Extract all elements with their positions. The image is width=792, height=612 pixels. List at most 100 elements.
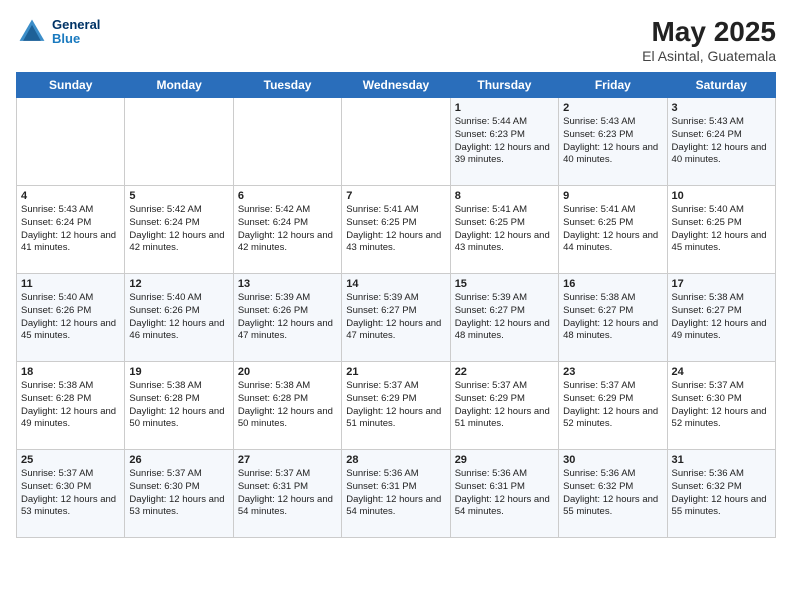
sunrise-text: Sunrise: 5:36 AM [455, 468, 554, 481]
sunrise-text: Sunrise: 5:36 AM [563, 468, 662, 481]
calendar-week-row: 11 Sunrise: 5:40 AM Sunset: 6:26 PM Dayl… [17, 274, 776, 362]
calendar-cell: 19 Sunrise: 5:38 AM Sunset: 6:28 PM Dayl… [125, 362, 233, 450]
sunrise-text: Sunrise: 5:37 AM [346, 380, 445, 393]
daylight-text: Daylight: 12 hours and 47 minutes. [346, 318, 445, 344]
sunrise-text: Sunrise: 5:39 AM [346, 292, 445, 305]
calendar-cell: 25 Sunrise: 5:37 AM Sunset: 6:30 PM Dayl… [17, 450, 125, 538]
sunset-text: Sunset: 6:32 PM [672, 481, 771, 494]
day-number: 22 [455, 366, 554, 378]
cell-content: Sunrise: 5:38 AM Sunset: 6:27 PM Dayligh… [563, 292, 662, 343]
sunrise-text: Sunrise: 5:40 AM [129, 292, 228, 305]
cell-content: Sunrise: 5:40 AM Sunset: 6:26 PM Dayligh… [21, 292, 120, 343]
sunset-text: Sunset: 6:31 PM [346, 481, 445, 494]
calendar-cell: 1 Sunrise: 5:44 AM Sunset: 6:23 PM Dayli… [450, 98, 558, 186]
sunrise-text: Sunrise: 5:37 AM [672, 380, 771, 393]
daylight-text: Daylight: 12 hours and 50 minutes. [238, 406, 337, 432]
cell-content: Sunrise: 5:36 AM Sunset: 6:32 PM Dayligh… [563, 468, 662, 519]
cell-content: Sunrise: 5:40 AM Sunset: 6:26 PM Dayligh… [129, 292, 228, 343]
logo-line1: General [52, 18, 100, 32]
daylight-text: Daylight: 12 hours and 40 minutes. [672, 142, 771, 168]
cell-content: Sunrise: 5:41 AM Sunset: 6:25 PM Dayligh… [563, 204, 662, 255]
sunrise-text: Sunrise: 5:36 AM [672, 468, 771, 481]
daylight-text: Daylight: 12 hours and 42 minutes. [238, 230, 337, 256]
cell-content: Sunrise: 5:40 AM Sunset: 6:25 PM Dayligh… [672, 204, 771, 255]
sunrise-text: Sunrise: 5:43 AM [21, 204, 120, 217]
calendar-cell: 29 Sunrise: 5:36 AM Sunset: 6:31 PM Dayl… [450, 450, 558, 538]
sunset-text: Sunset: 6:30 PM [21, 481, 120, 494]
cell-content: Sunrise: 5:43 AM Sunset: 6:24 PM Dayligh… [672, 116, 771, 167]
sunrise-text: Sunrise: 5:37 AM [563, 380, 662, 393]
cell-content: Sunrise: 5:39 AM Sunset: 6:27 PM Dayligh… [455, 292, 554, 343]
calendar-cell: 15 Sunrise: 5:39 AM Sunset: 6:27 PM Dayl… [450, 274, 558, 362]
cell-content: Sunrise: 5:37 AM Sunset: 6:29 PM Dayligh… [563, 380, 662, 431]
logo: General Blue [16, 16, 100, 48]
calendar-cell: 2 Sunrise: 5:43 AM Sunset: 6:23 PM Dayli… [559, 98, 667, 186]
day-number: 21 [346, 366, 445, 378]
calendar-cell: 22 Sunrise: 5:37 AM Sunset: 6:29 PM Dayl… [450, 362, 558, 450]
cell-content: Sunrise: 5:37 AM Sunset: 6:30 PM Dayligh… [672, 380, 771, 431]
day-number: 17 [672, 278, 771, 290]
daylight-text: Daylight: 12 hours and 41 minutes. [21, 230, 120, 256]
calendar-cell: 5 Sunrise: 5:42 AM Sunset: 6:24 PM Dayli… [125, 186, 233, 274]
calendar-cell: 16 Sunrise: 5:38 AM Sunset: 6:27 PM Dayl… [559, 274, 667, 362]
calendar-cell: 6 Sunrise: 5:42 AM Sunset: 6:24 PM Dayli… [233, 186, 341, 274]
calendar-week-row: 4 Sunrise: 5:43 AM Sunset: 6:24 PM Dayli… [17, 186, 776, 274]
daylight-text: Daylight: 12 hours and 54 minutes. [455, 494, 554, 520]
day-number: 11 [21, 278, 120, 290]
day-number: 2 [563, 102, 662, 114]
daylight-text: Daylight: 12 hours and 43 minutes. [346, 230, 445, 256]
sunrise-text: Sunrise: 5:36 AM [346, 468, 445, 481]
calendar-table: SundayMondayTuesdayWednesdayThursdayFrid… [16, 72, 776, 538]
calendar-cell: 27 Sunrise: 5:37 AM Sunset: 6:31 PM Dayl… [233, 450, 341, 538]
sunrise-text: Sunrise: 5:40 AM [672, 204, 771, 217]
daylight-text: Daylight: 12 hours and 49 minutes. [672, 318, 771, 344]
sunrise-text: Sunrise: 5:38 AM [129, 380, 228, 393]
logo-text: General Blue [52, 18, 100, 47]
calendar-cell: 26 Sunrise: 5:37 AM Sunset: 6:30 PM Dayl… [125, 450, 233, 538]
daylight-text: Daylight: 12 hours and 45 minutes. [21, 318, 120, 344]
day-number: 27 [238, 454, 337, 466]
sunset-text: Sunset: 6:24 PM [129, 217, 228, 230]
calendar-cell [342, 98, 450, 186]
daylight-text: Daylight: 12 hours and 52 minutes. [563, 406, 662, 432]
cell-content: Sunrise: 5:43 AM Sunset: 6:23 PM Dayligh… [563, 116, 662, 167]
daylight-text: Daylight: 12 hours and 42 minutes. [129, 230, 228, 256]
sunrise-text: Sunrise: 5:37 AM [129, 468, 228, 481]
day-number: 25 [21, 454, 120, 466]
daylight-text: Daylight: 12 hours and 40 minutes. [563, 142, 662, 168]
cell-content: Sunrise: 5:37 AM Sunset: 6:29 PM Dayligh… [346, 380, 445, 431]
day-number: 8 [455, 190, 554, 202]
sunset-text: Sunset: 6:31 PM [238, 481, 337, 494]
daylight-text: Daylight: 12 hours and 39 minutes. [455, 142, 554, 168]
daylight-text: Daylight: 12 hours and 46 minutes. [129, 318, 228, 344]
cell-content: Sunrise: 5:38 AM Sunset: 6:28 PM Dayligh… [238, 380, 337, 431]
sunrise-text: Sunrise: 5:41 AM [346, 204, 445, 217]
day-number: 12 [129, 278, 228, 290]
sunset-text: Sunset: 6:27 PM [455, 305, 554, 318]
day-number: 29 [455, 454, 554, 466]
calendar-week-row: 1 Sunrise: 5:44 AM Sunset: 6:23 PM Dayli… [17, 98, 776, 186]
day-number: 13 [238, 278, 337, 290]
cell-content: Sunrise: 5:36 AM Sunset: 6:31 PM Dayligh… [346, 468, 445, 519]
weekday-header: Wednesday [342, 73, 450, 98]
calendar-cell: 24 Sunrise: 5:37 AM Sunset: 6:30 PM Dayl… [667, 362, 775, 450]
day-number: 18 [21, 366, 120, 378]
calendar-cell: 20 Sunrise: 5:38 AM Sunset: 6:28 PM Dayl… [233, 362, 341, 450]
sunset-text: Sunset: 6:28 PM [238, 393, 337, 406]
daylight-text: Daylight: 12 hours and 43 minutes. [455, 230, 554, 256]
cell-content: Sunrise: 5:37 AM Sunset: 6:30 PM Dayligh… [21, 468, 120, 519]
sunrise-text: Sunrise: 5:38 AM [21, 380, 120, 393]
sunset-text: Sunset: 6:28 PM [21, 393, 120, 406]
sunrise-text: Sunrise: 5:38 AM [563, 292, 662, 305]
weekday-header: Saturday [667, 73, 775, 98]
weekday-header-row: SundayMondayTuesdayWednesdayThursdayFrid… [17, 73, 776, 98]
sunset-text: Sunset: 6:25 PM [672, 217, 771, 230]
cell-content: Sunrise: 5:38 AM Sunset: 6:28 PM Dayligh… [21, 380, 120, 431]
sunset-text: Sunset: 6:26 PM [129, 305, 228, 318]
calendar-cell: 14 Sunrise: 5:39 AM Sunset: 6:27 PM Dayl… [342, 274, 450, 362]
cell-content: Sunrise: 5:39 AM Sunset: 6:27 PM Dayligh… [346, 292, 445, 343]
sunrise-text: Sunrise: 5:39 AM [238, 292, 337, 305]
weekday-header: Sunday [17, 73, 125, 98]
sunset-text: Sunset: 6:26 PM [21, 305, 120, 318]
daylight-text: Daylight: 12 hours and 50 minutes. [129, 406, 228, 432]
